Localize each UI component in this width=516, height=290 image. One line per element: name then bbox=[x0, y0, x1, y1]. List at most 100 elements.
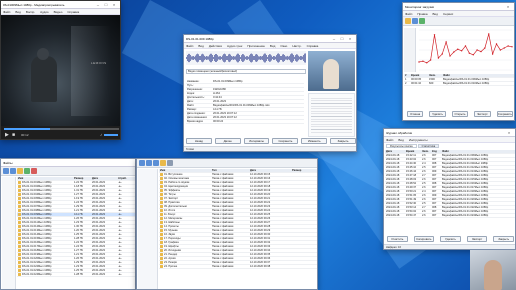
open-icon[interactable] bbox=[405, 18, 411, 24]
action-button[interactable]: Удалить bbox=[440, 236, 461, 242]
save-icon[interactable] bbox=[412, 18, 418, 24]
back-icon[interactable] bbox=[3, 168, 9, 174]
path-field[interactable]: Видео помещено (зеленый/фиолетовый) bbox=[186, 69, 306, 74]
action-button[interactable]: Назад bbox=[186, 138, 212, 144]
forward-icon[interactable] bbox=[146, 160, 152, 166]
folder-icon[interactable] bbox=[17, 168, 23, 174]
refresh-icon[interactable] bbox=[419, 18, 425, 24]
menu-item[interactable]: Воспр. bbox=[26, 10, 35, 14]
tagger-titlebar[interactable]: DS-01.01.009 1080р – □ × bbox=[184, 35, 356, 43]
property-value[interactable]: 4.11 ГБ bbox=[212, 108, 304, 111]
column-header[interactable]: Файл bbox=[441, 150, 515, 153]
close-icon[interactable]: × bbox=[346, 36, 354, 41]
maximize-icon[interactable]: □ bbox=[338, 36, 346, 41]
menu-item[interactable]: Вид bbox=[433, 12, 438, 16]
fm-left-titlebar[interactable]: Файлы bbox=[1, 159, 135, 167]
menu-item[interactable]: Окно bbox=[280, 44, 287, 48]
column-header[interactable]: Имя bbox=[159, 169, 211, 172]
copy-icon[interactable] bbox=[24, 168, 30, 174]
table-row[interactable]: 2024-09-18 15:54:47 2.6 007 Видеофайлы\DS-01… bbox=[385, 214, 515, 218]
tab[interactable]: Статистика bbox=[417, 144, 440, 148]
menu-item[interactable]: Аудио трек bbox=[227, 44, 242, 48]
player-titlebar[interactable]: 0S-01009Мыл 1080р - Медиапроигрыватель –… bbox=[1, 1, 120, 9]
action-button[interactable]: Копировать bbox=[413, 236, 435, 242]
property-value[interactable]: DS-01.01.009Мыл 1080р bbox=[212, 80, 304, 83]
menu-item[interactable]: Вид bbox=[15, 10, 20, 14]
action-button[interactable]: Сохранить bbox=[496, 111, 514, 117]
action-button[interactable]: Отмена bbox=[407, 111, 424, 117]
action-button[interactable]: Экспорт bbox=[474, 111, 491, 117]
menu-item[interactable]: Файл bbox=[186, 44, 193, 48]
load-chart[interactable] bbox=[417, 28, 514, 72]
stop-icon[interactable]: ■ bbox=[12, 132, 15, 138]
menu-item[interactable]: Правка bbox=[417, 12, 427, 16]
menu-item[interactable]: Вид bbox=[198, 44, 203, 48]
column-header[interactable]: Дата bbox=[385, 150, 405, 153]
volume-icon[interactable]: ♪ bbox=[100, 132, 102, 137]
property-value[interactable]: H.264 bbox=[212, 92, 304, 95]
menu-item[interactable]: Аудио bbox=[40, 10, 48, 14]
folder-icon[interactable] bbox=[160, 160, 166, 166]
maximize-icon[interactable]: □ bbox=[102, 2, 110, 7]
minimize-icon[interactable]: – bbox=[330, 36, 338, 41]
action-button[interactable]: Удалить bbox=[429, 111, 446, 117]
table-row[interactable]: 24. Прочее Папка с файлами 12.10.2020 09:3… bbox=[159, 265, 317, 269]
action-button[interactable]: Закрыть bbox=[330, 138, 356, 144]
minimize-icon[interactable]: – bbox=[94, 2, 102, 7]
play-icon[interactable]: ▶ bbox=[5, 132, 9, 138]
menu-item[interactable]: Сервис bbox=[443, 12, 453, 16]
property-value[interactable]: Видеофайлы\001\DS-01.01.009Мыл 1080р.mkv bbox=[212, 104, 304, 107]
menu-item[interactable]: Справка bbox=[307, 44, 319, 48]
column-header[interactable]: Знач. bbox=[428, 74, 442, 77]
column-header[interactable]: Размер bbox=[291, 169, 317, 172]
chart-titlebar[interactable]: Мониторинг загрузки × bbox=[403, 3, 514, 11]
action-button[interactable]: Очистить bbox=[387, 236, 408, 242]
close-icon[interactable]: × bbox=[504, 4, 512, 9]
action-button[interactable]: Закрыть bbox=[493, 236, 514, 242]
view-icon[interactable] bbox=[167, 160, 173, 166]
property-value[interactable]: 0:42:44 bbox=[212, 96, 304, 99]
menu-item[interactable]: Файл bbox=[3, 10, 10, 14]
menu-item[interactable]: Вид bbox=[398, 138, 403, 142]
action-button[interactable]: Открыть bbox=[451, 111, 469, 117]
action-button[interactable]: Далее bbox=[214, 138, 241, 144]
table-row[interactable]: DS-01.01.024Мыл 1080р 1.28 ГБ 26.01.2023 -a… bbox=[17, 273, 135, 277]
column-header[interactable]: Код bbox=[431, 150, 441, 153]
menu-item[interactable]: Настр. bbox=[292, 44, 301, 48]
column-header[interactable]: Знач. bbox=[421, 150, 431, 153]
menu-item[interactable]: Файл bbox=[405, 12, 412, 16]
action-button[interactable]: Экспорт bbox=[466, 236, 488, 242]
column-header[interactable]: Имя bbox=[17, 177, 73, 180]
tab[interactable]: Результаты поиска bbox=[386, 144, 417, 148]
column-header[interactable]: Размер bbox=[73, 177, 91, 180]
property-value[interactable]: 00:00:24 bbox=[212, 120, 304, 123]
action-button[interactable]: Сохранить bbox=[272, 138, 299, 144]
property-value[interactable]: 26.01.2023 19:07:12 bbox=[212, 112, 304, 115]
delete-icon[interactable] bbox=[31, 168, 37, 174]
menu-item[interactable]: Файл bbox=[386, 138, 393, 142]
column-header[interactable]: Файл bbox=[442, 74, 514, 77]
column-header[interactable]: Атриб. bbox=[117, 177, 135, 180]
menu-item[interactable]: Вид bbox=[270, 44, 275, 48]
volume-slider[interactable] bbox=[104, 134, 118, 136]
column-header[interactable]: Время bbox=[405, 150, 421, 153]
property-value[interactable]: 26.01.2023 19:07:12 bbox=[212, 116, 304, 119]
property-value[interactable]: 26.01.2023 bbox=[212, 100, 304, 103]
close-icon[interactable]: × bbox=[110, 2, 118, 7]
menu-item[interactable]: Приложение bbox=[247, 44, 265, 48]
column-header[interactable]: Дата bbox=[249, 169, 291, 172]
up-icon[interactable] bbox=[153, 160, 159, 166]
waveform[interactable] bbox=[186, 51, 306, 65]
close-icon[interactable]: × bbox=[505, 130, 513, 135]
action-button[interactable]: Интервалы bbox=[243, 138, 270, 144]
action-button[interactable]: Изменить bbox=[301, 138, 328, 144]
menu-item[interactable]: Инструменты bbox=[409, 138, 428, 142]
seek-bar[interactable] bbox=[4, 128, 119, 130]
column-header[interactable]: Дата bbox=[91, 177, 117, 180]
log-titlebar[interactable]: Журнал обработки × bbox=[384, 129, 515, 137]
menu-item[interactable]: Справка bbox=[67, 10, 79, 14]
forward-icon[interactable] bbox=[10, 168, 16, 174]
column-header[interactable]: Время bbox=[410, 74, 428, 77]
table-row[interactable]: 2 00:01:10 820 Видеофайлы\DS-01.01.010Мыл 1… bbox=[404, 82, 514, 86]
video-frame[interactable]: LEMONS bbox=[1, 16, 120, 128]
